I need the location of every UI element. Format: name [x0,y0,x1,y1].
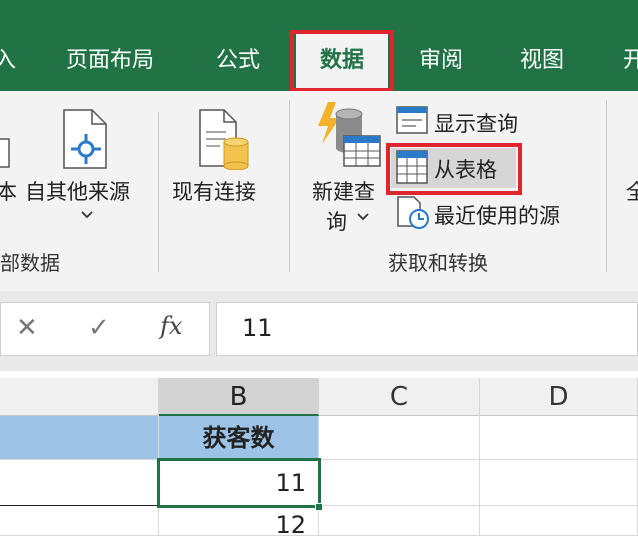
tab-developer[interactable]: 开 [623,42,638,74]
tab-insert[interactable]: 入 [0,42,16,74]
cell[interactable] [480,416,638,460]
cell[interactable] [480,460,638,506]
column-header-b[interactable]: B [159,378,319,416]
other-sources-icon [63,109,107,169]
cancel-icon[interactable]: ✕ [16,313,38,343]
ribbon-separator [158,112,159,272]
tab-formulas[interactable]: 公式 [216,42,260,74]
data-tab-highlight-box [290,30,394,92]
cell[interactable] [0,460,159,506]
formula-input[interactable] [216,302,638,356]
show-queries-icon [396,106,428,134]
recent-sources-button[interactable]: 最近使用的源 [434,200,560,230]
tab-review[interactable]: 审阅 [419,42,463,74]
cell-b-value[interactable]: 12 [159,506,319,536]
chevron-down-icon[interactable] [356,212,370,222]
column-header-a[interactable] [0,378,159,416]
group-label-get-transform: 获取和转换 [388,251,488,275]
group-label-external-data: 部数据 [0,251,60,275]
insert-function-icon[interactable]: fx [160,312,182,340]
tab-view[interactable]: 视图 [520,42,564,74]
formula-value: 11 [242,314,273,342]
from-other-sources-button[interactable]: 自其他来源 [25,176,130,206]
recent-sources-icon [397,196,429,229]
new-query-button[interactable]: 新建查 [312,176,375,206]
tab-page-layout[interactable]: 页面布局 [66,42,154,74]
cell[interactable] [480,506,638,536]
cell[interactable] [319,416,480,460]
show-queries-button[interactable]: 显示查询 [434,108,518,138]
cell-a-header[interactable] [0,416,159,460]
cell[interactable] [319,460,480,506]
column-header-c[interactable]: C [319,378,480,416]
active-cell-border [157,458,321,508]
column-header-d[interactable]: D [480,378,638,416]
ribbon-separator [606,100,607,272]
ribbon-separator [289,100,290,272]
enter-icon[interactable]: ✓ [88,313,110,343]
fill-handle[interactable] [315,503,323,511]
clipped-next-group-button[interactable]: 全 [626,176,638,206]
cell[interactable] [0,506,159,536]
existing-connections-button[interactable]: 现有连接 [172,176,256,206]
new-query-button-line2[interactable]: 询 [326,206,347,236]
from-text-label[interactable]: 本 [0,176,17,206]
text-file-icon [0,138,10,168]
existing-connections-icon [199,109,249,170]
from-table-highlight-box [386,143,522,195]
chevron-down-icon[interactable] [80,210,94,220]
new-query-icon [318,102,381,167]
cell-b-header[interactable]: 获客数 [159,416,319,460]
cell[interactable] [319,506,480,536]
